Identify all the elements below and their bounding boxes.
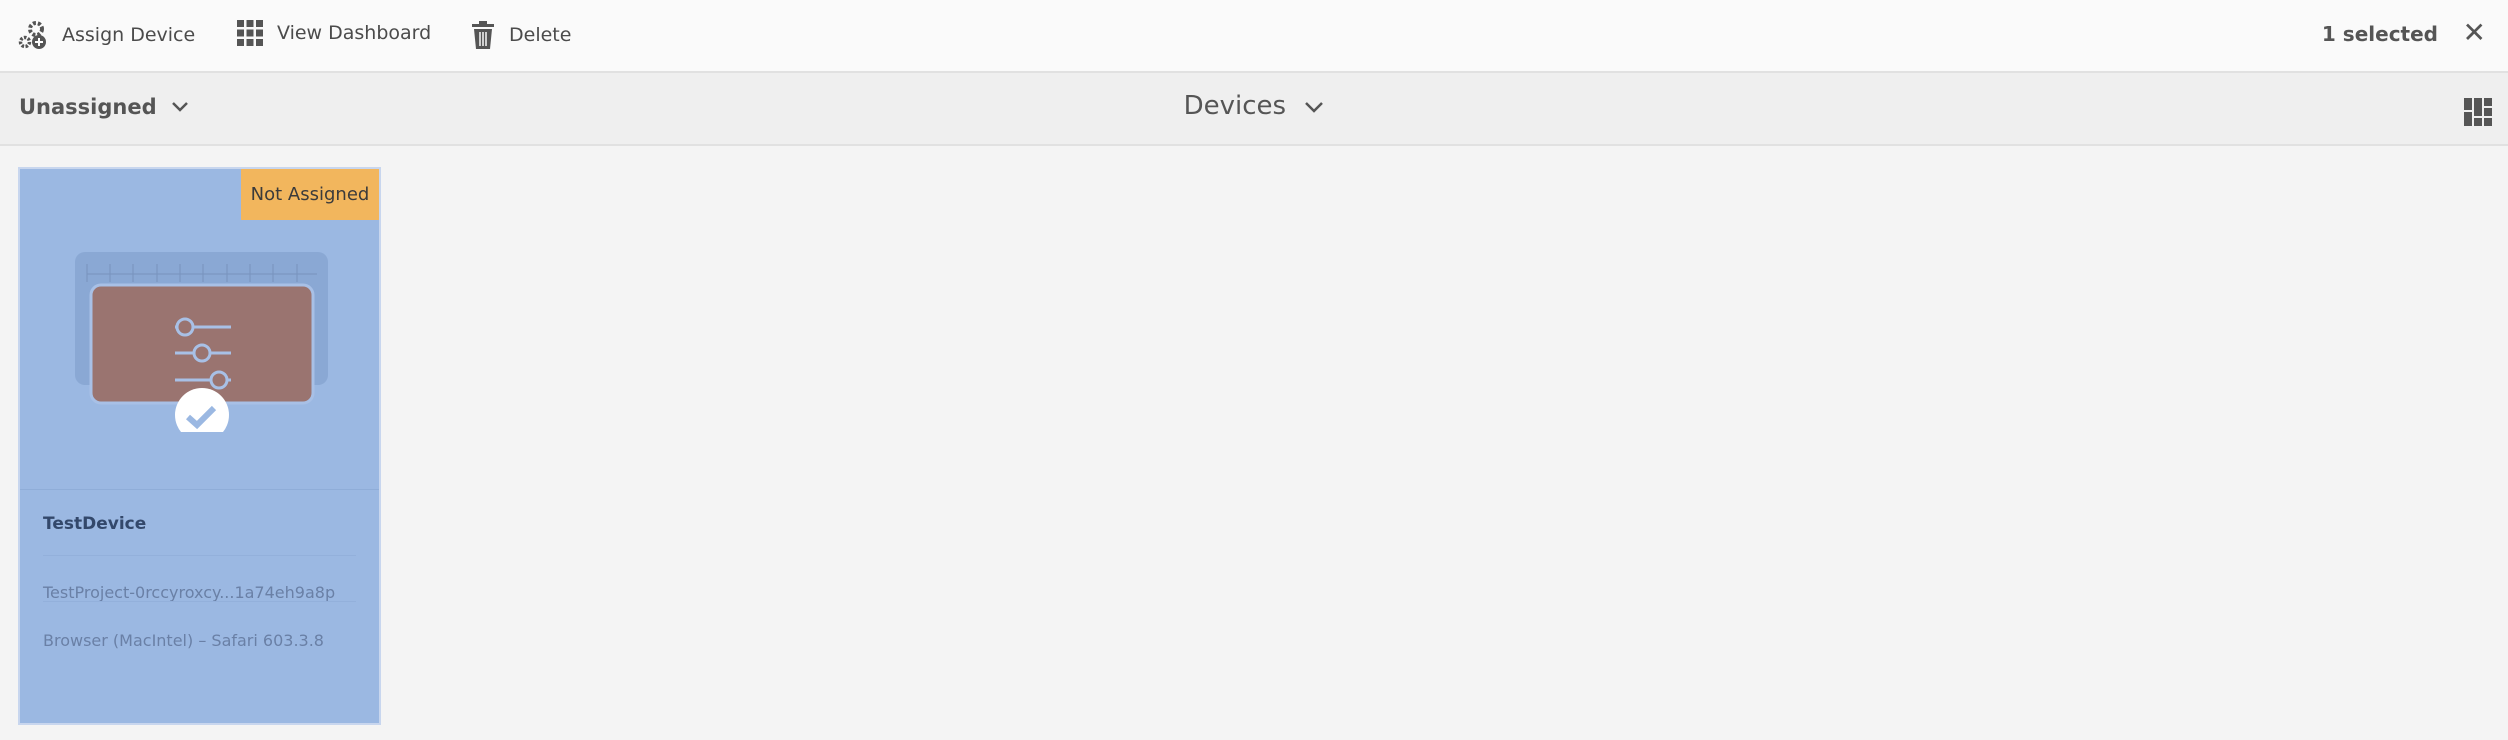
selection-count: 1 selected: [2321, 22, 2438, 46]
grid-icon: [237, 20, 263, 46]
view-dashboard-label: View Dashboard: [277, 22, 432, 44]
device-browser: Browser (MacIntel) – Safari 603.3.8: [43, 631, 324, 650]
separator: [43, 601, 356, 602]
status-badge: Not Assigned: [241, 169, 379, 220]
page-title-dropdown[interactable]: Devices: [0, 91, 2508, 121]
device-name: TestDevice: [43, 514, 147, 534]
delete-label: Delete: [509, 24, 572, 46]
card-divider: [20, 489, 379, 490]
gears-add-icon: [18, 21, 46, 49]
close-selection-icon[interactable]: ✕: [2463, 16, 2486, 49]
chevron-down-icon: [1305, 102, 1324, 113]
card-view-icon[interactable]: [2464, 98, 2492, 126]
view-dashboard-button[interactable]: View Dashboard: [237, 20, 431, 46]
assign-device-label: Assign Device: [62, 24, 196, 46]
view-header: Unassigned Devices: [0, 73, 2508, 146]
device-project: TestProject-0rccyroxcy...1a74eh9a8p: [43, 583, 336, 602]
page-title: Devices: [1183, 91, 1287, 121]
device-thumbnail: [75, 252, 328, 432]
device-card[interactable]: Not Assigned TestDevice TestProject-0rcc…: [18, 167, 381, 725]
assign-device-button[interactable]: Assign Device: [18, 20, 195, 50]
separator: [43, 555, 356, 556]
delete-button[interactable]: Delete: [471, 20, 571, 50]
action-bar: Assign Device View Dashboard Delete 1 se…: [0, 0, 2508, 73]
trash-icon: [472, 21, 494, 49]
